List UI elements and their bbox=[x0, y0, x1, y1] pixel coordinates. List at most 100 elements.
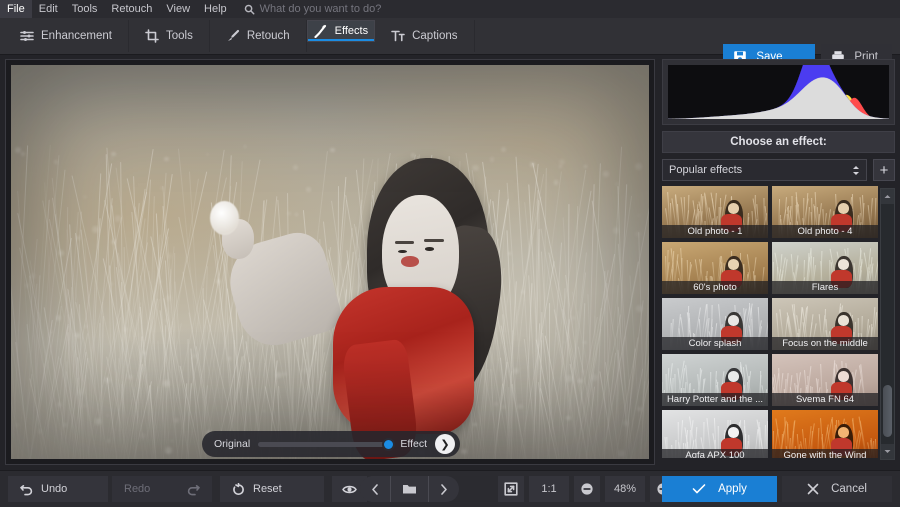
effect-name: Harry Potter and the ... bbox=[662, 393, 768, 406]
chevron-down-icon bbox=[884, 449, 891, 454]
image-navigation-group bbox=[360, 476, 459, 502]
effect-thumbnail[interactable]: Old photo - 1 bbox=[662, 186, 768, 238]
tab-captions[interactable]: Captions bbox=[375, 20, 474, 52]
scroll-up-button[interactable] bbox=[881, 189, 894, 204]
open-folder-button[interactable] bbox=[391, 476, 428, 502]
crop-icon bbox=[145, 29, 159, 43]
effect-thumbnail[interactable]: Focus on the middle bbox=[772, 298, 878, 350]
brush-icon bbox=[226, 29, 240, 43]
tab-label: Effects bbox=[335, 25, 368, 37]
reset-label: Reset bbox=[253, 483, 282, 495]
tab-retouch[interactable]: Retouch bbox=[210, 20, 307, 52]
reset-icon bbox=[232, 483, 245, 496]
effect-name: Old photo - 1 bbox=[662, 225, 768, 238]
undo-label: Undo bbox=[41, 483, 67, 495]
effect-thumbnail[interactable]: Harry Potter and the ... bbox=[662, 354, 768, 406]
effect-name: Flares bbox=[772, 281, 878, 294]
slider-track[interactable] bbox=[258, 442, 392, 447]
menu-item-tools[interactable]: Tools bbox=[65, 0, 105, 18]
tab-tools[interactable]: Tools bbox=[129, 20, 210, 52]
text-icon bbox=[391, 29, 405, 43]
eye-icon bbox=[342, 483, 357, 496]
effect-category-value: Popular effects bbox=[669, 164, 742, 176]
bottom-toolbar: Undo Redo Reset 1:1 48% Apply Cancel bbox=[0, 470, 900, 507]
menu-item-file[interactable]: File bbox=[0, 0, 32, 18]
apply-button[interactable]: Apply bbox=[662, 476, 777, 502]
tab-enhancement[interactable]: Enhancement bbox=[4, 20, 129, 52]
reset-button[interactable]: Reset bbox=[220, 476, 324, 502]
menu-item-help[interactable]: Help bbox=[197, 0, 234, 18]
edited-photo bbox=[11, 65, 649, 459]
chevron-right-icon bbox=[440, 484, 448, 495]
original-effect-slider[interactable]: Original Effect ❯ bbox=[202, 431, 460, 457]
chevron-left-icon bbox=[371, 484, 379, 495]
actual-size-button[interactable]: 1:1 bbox=[529, 476, 569, 502]
add-effect-button[interactable]: + bbox=[873, 159, 895, 181]
check-icon bbox=[692, 483, 706, 495]
effects-grid[interactable]: Old photo - 1 Old photo - 4 60's photo Flar… bbox=[662, 186, 878, 458]
image-canvas[interactable] bbox=[5, 59, 655, 465]
tab-effects[interactable]: Effects bbox=[307, 20, 375, 42]
minus-circle-icon bbox=[580, 482, 594, 496]
tab-label: Tools bbox=[166, 30, 193, 42]
effect-name: Color splash bbox=[662, 337, 768, 350]
search-icon bbox=[244, 4, 255, 15]
cancel-label: Cancel bbox=[831, 483, 867, 495]
menu-item-edit[interactable]: Edit bbox=[32, 0, 65, 18]
redo-icon bbox=[187, 483, 200, 496]
redo-button[interactable]: Redo bbox=[112, 476, 212, 502]
sliders-icon bbox=[20, 29, 34, 43]
undo-icon bbox=[20, 483, 33, 496]
chevron-up-icon bbox=[852, 165, 860, 170]
effect-name: Gone with the Wind bbox=[772, 449, 878, 458]
tab-bar: Enhancement Tools Retouch Effects Captio… bbox=[0, 18, 900, 55]
effect-name: Svema FN 64 bbox=[772, 393, 878, 406]
cancel-button[interactable]: Cancel bbox=[782, 476, 892, 502]
chevron-up-icon bbox=[884, 194, 891, 199]
next-image-button[interactable] bbox=[429, 476, 459, 502]
histogram-panel bbox=[662, 59, 895, 125]
slider-effect-label: Effect bbox=[400, 438, 427, 450]
effect-name: Agfa APX 100 bbox=[662, 449, 768, 458]
effect-thumbnail[interactable]: Flares bbox=[772, 242, 878, 294]
histogram-chart bbox=[668, 65, 889, 119]
photo-editor-window: File Edit Tools Retouch View Help What d… bbox=[0, 0, 900, 506]
effect-name: Focus on the middle bbox=[772, 337, 878, 350]
tab-label: Captions bbox=[412, 30, 457, 42]
effect-name: Old photo - 4 bbox=[772, 225, 878, 238]
scrollbar-thumb[interactable] bbox=[883, 385, 892, 437]
zoom-out-button[interactable] bbox=[574, 476, 600, 502]
folder-icon bbox=[402, 483, 417, 495]
slider-original-label: Original bbox=[214, 438, 250, 450]
effect-name: 60's photo bbox=[662, 281, 768, 294]
fit-to-screen-button[interactable] bbox=[498, 476, 524, 502]
effect-thumbnail[interactable]: Svema FN 64 bbox=[772, 354, 878, 406]
effect-thumbnail[interactable]: Gone with the Wind bbox=[772, 410, 878, 458]
search-box[interactable]: What do you want to do? bbox=[244, 3, 382, 15]
menu-item-retouch[interactable]: Retouch bbox=[104, 0, 159, 18]
search-placeholder: What do you want to do? bbox=[260, 3, 382, 15]
menu-item-view[interactable]: View bbox=[159, 0, 197, 18]
next-effect-button[interactable]: ❯ bbox=[435, 434, 455, 454]
zoom-level-label: 48% bbox=[605, 476, 645, 502]
effect-thumbnail[interactable]: Agfa APX 100 bbox=[662, 410, 768, 458]
chevron-down-icon bbox=[852, 171, 860, 176]
effect-thumbnail[interactable]: Color splash bbox=[662, 298, 768, 350]
effect-category-select[interactable]: Popular effects bbox=[662, 159, 867, 181]
fit-to-screen-icon bbox=[504, 482, 518, 496]
panel-section-title: Choose an effect: bbox=[662, 131, 895, 153]
previous-image-button[interactable] bbox=[360, 476, 390, 502]
undo-button[interactable]: Undo bbox=[8, 476, 108, 502]
effects-scrollbar[interactable] bbox=[880, 188, 895, 460]
slider-handle[interactable] bbox=[382, 438, 395, 451]
effect-thumbnail[interactable]: Old photo - 4 bbox=[772, 186, 878, 238]
spinner-arrows[interactable] bbox=[852, 165, 860, 176]
menu-bar: File Edit Tools Retouch View Help What d… bbox=[0, 0, 900, 19]
magic-wand-icon bbox=[314, 24, 328, 38]
apply-label: Apply bbox=[718, 483, 747, 495]
scroll-down-button[interactable] bbox=[881, 444, 894, 459]
redo-label: Redo bbox=[124, 483, 150, 495]
effects-panel: Choose an effect: Popular effects + Old … bbox=[662, 59, 895, 465]
effect-thumbnail[interactable]: 60's photo bbox=[662, 242, 768, 294]
tab-label: Retouch bbox=[247, 30, 290, 42]
